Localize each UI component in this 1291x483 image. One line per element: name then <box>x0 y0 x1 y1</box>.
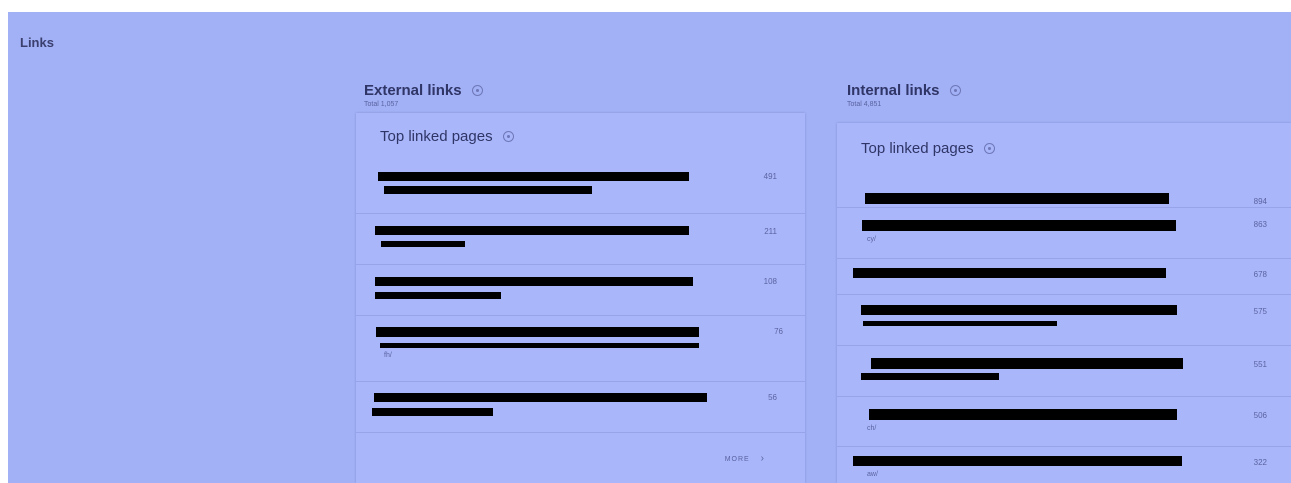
external-top-linked-card: Top linked pages 491 211 108 fh/ 76 56 M… <box>356 113 805 483</box>
link-count: 863 <box>1253 220 1267 229</box>
redacted-url <box>871 358 1183 369</box>
table-row[interactable]: 211 <box>356 213 805 265</box>
redacted-url <box>374 393 707 402</box>
link-count: 76 <box>774 327 783 336</box>
external-links-total: Total 1,057 <box>364 101 399 108</box>
redacted-url <box>378 172 689 181</box>
link-count: 575 <box>1253 307 1267 316</box>
redacted-url <box>862 220 1176 231</box>
redacted-url <box>384 186 592 194</box>
link-count: 506 <box>1253 411 1267 420</box>
external-card-heading: Top linked pages <box>380 128 514 145</box>
table-row[interactable]: ch/ 506 <box>837 396 1291 447</box>
table-row[interactable]: 56 <box>356 381 805 433</box>
redacted-url <box>863 321 1057 326</box>
redacted-url <box>865 193 1169 204</box>
url-suffix: fh/ <box>384 352 392 359</box>
redacted-url <box>381 241 465 247</box>
redacted-url <box>375 292 501 299</box>
help-icon[interactable] <box>502 131 514 142</box>
chevron-right-icon: › <box>760 453 765 464</box>
internal-links-title: Internal links <box>847 82 940 99</box>
table-row[interactable]: 551 <box>837 345 1291 397</box>
links-page: Links External links Total 1,057 Top lin… <box>8 12 1291 483</box>
link-count: 551 <box>1253 360 1267 369</box>
link-count: 211 <box>764 227 777 236</box>
redacted-url <box>375 226 689 235</box>
help-icon[interactable] <box>471 85 483 96</box>
more-label: MORE <box>724 456 750 463</box>
redacted-url <box>380 343 699 348</box>
external-links-title: External links <box>364 82 462 99</box>
table-row[interactable]: 491 <box>356 158 805 214</box>
link-count: 491 <box>763 172 777 181</box>
redacted-url <box>372 408 493 416</box>
external-card-title: Top linked pages <box>380 128 493 145</box>
internal-top-linked-card: Top linked pages 894 cy/ 863 678 575 551… <box>837 123 1291 483</box>
url-suffix: cy/ <box>867 236 876 243</box>
link-count: 894 <box>1253 197 1267 206</box>
link-count: 108 <box>763 277 777 286</box>
link-count: 678 <box>1253 270 1267 279</box>
internal-links-heading: Internal links <box>847 82 961 99</box>
link-count: 322 <box>1253 458 1267 467</box>
table-row[interactable]: cy/ 863 <box>837 207 1291 259</box>
more-button[interactable]: MORE › <box>725 453 765 464</box>
table-row[interactable]: fh/ 76 <box>356 315 805 382</box>
url-suffix: ch/ <box>867 425 877 432</box>
page-title: Links <box>20 35 54 50</box>
redacted-url <box>853 456 1182 466</box>
redacted-url <box>861 373 999 380</box>
internal-card-title: Top linked pages <box>861 140 974 157</box>
internal-card-heading: Top linked pages <box>861 140 995 157</box>
redacted-url <box>853 268 1166 278</box>
link-count: 56 <box>768 393 777 402</box>
redacted-url <box>376 327 699 337</box>
help-icon[interactable] <box>949 85 961 96</box>
external-links-heading: External links <box>364 82 483 99</box>
internal-links-total: Total 4,851 <box>847 101 882 108</box>
table-row[interactable]: aw/ 322 <box>837 446 1291 483</box>
table-row[interactable]: 678 <box>837 258 1291 295</box>
table-row[interactable]: 894 <box>837 176 1291 208</box>
redacted-url <box>861 305 1177 315</box>
url-suffix: aw/ <box>867 471 878 478</box>
table-row[interactable]: 108 <box>356 264 805 316</box>
redacted-url <box>869 409 1177 420</box>
table-row[interactable]: 575 <box>837 294 1291 346</box>
redacted-url <box>375 277 693 286</box>
help-icon[interactable] <box>983 143 995 154</box>
